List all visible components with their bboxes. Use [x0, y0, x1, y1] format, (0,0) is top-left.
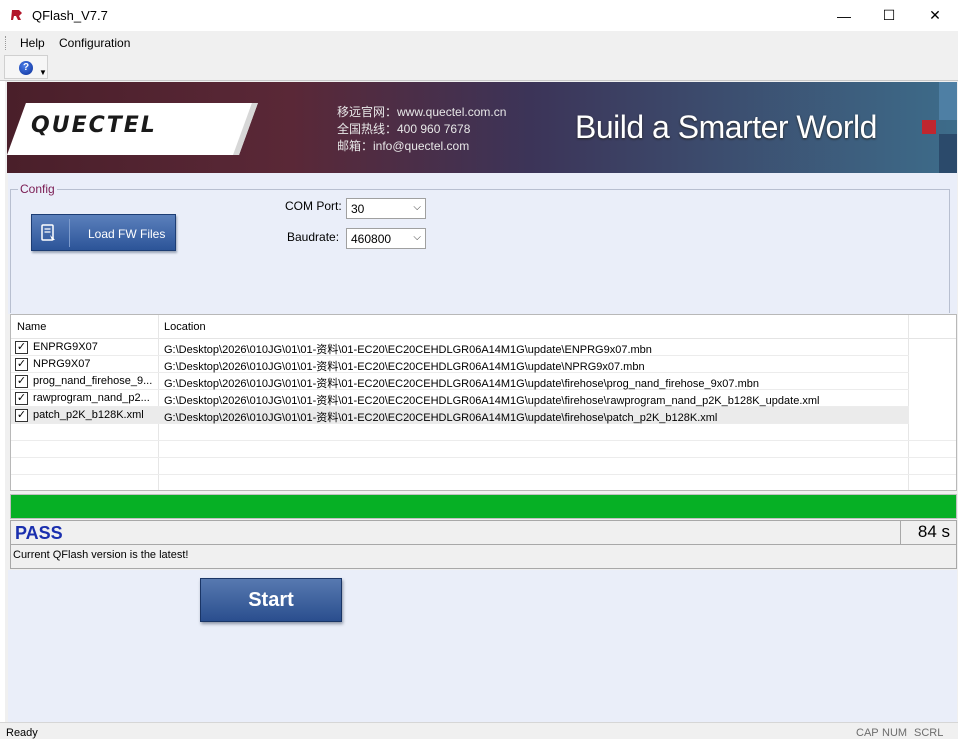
window-title: QFlash_V7.7 [32, 8, 108, 23]
load-fw-files-label: Load FW Files [88, 227, 166, 241]
table-row[interactable]: ✓ rawprogram_nand_p2... G:\Desktop\2026\… [11, 390, 909, 407]
status-ready: Ready [6, 727, 38, 739]
baudrate-label: Baudrate: [287, 230, 340, 244]
empty-row [11, 441, 956, 458]
com-port-select[interactable]: 30 ⌵ [346, 198, 426, 219]
quectel-banner: QUECTEL 移远官网：www.quectel.com.cn 全国热线：400… [7, 82, 957, 173]
row-checkbox[interactable]: ✓ [15, 409, 28, 422]
file-location: G:\Desktop\2026\010JG\01\01-资料\01-EC20\E… [164, 361, 645, 373]
file-name: ENPRG9X07 [33, 341, 98, 353]
title-bar: QFlash_V7.7 — ☐ ✕ [0, 0, 958, 31]
config-groupbox [10, 189, 950, 313]
file-name: rawprogram_nand_p2... [33, 392, 150, 404]
baudrate-value: 460800 [351, 232, 392, 246]
qflash-app-icon [11, 10, 22, 20]
caps-lock-indicator: CAP [856, 727, 879, 739]
config-legend: Config [18, 182, 57, 196]
row-checkbox[interactable]: ✓ [15, 341, 28, 354]
maximize-button[interactable]: ☐ [866, 0, 912, 31]
banner-slogan: Build a Smarter World [575, 109, 877, 145]
banner-accent-block [922, 120, 936, 134]
help-icon[interactable]: ? [19, 61, 33, 75]
row-checkbox[interactable]: ✓ [15, 392, 28, 405]
contact-info: 移远官网：www.quectel.com.cn 全国热线：400 960 767… [337, 104, 506, 155]
progress-fill [11, 495, 956, 518]
table-row[interactable]: ✓ prog_nand_firehose_9... G:\Desktop\202… [11, 373, 909, 390]
status-bar: Ready CAP NUM SCRL [0, 722, 958, 739]
toolbar-strip: ? ▼ [4, 55, 48, 79]
file-name: NPRG9X07 [33, 358, 91, 370]
scroll-lock-indicator: SCRL [914, 727, 944, 739]
toolbar-overflow-icon[interactable]: ▼ [39, 68, 47, 77]
flash-progress-bar [10, 494, 957, 519]
firmware-file-list: Name Location ✓ ENPRG9X07 G:\Desktop\202… [10, 314, 957, 491]
banner-website: 移远官网：www.quectel.com.cn [337, 105, 507, 119]
quectel-logo: QUECTEL [31, 113, 157, 138]
banner-accent-block [939, 134, 957, 173]
menu-bar: Help Configuration [0, 31, 958, 53]
com-port-label: COM Port: [285, 199, 342, 213]
banner-email: 邮箱：info@quectel.com [337, 139, 470, 153]
message-box: Current QFlash version is the latest! [10, 545, 957, 569]
banner-accent-block [939, 82, 957, 120]
column-header-location[interactable]: Location [164, 321, 206, 333]
version-message: Current QFlash version is the latest! [13, 549, 189, 561]
file-location: G:\Desktop\2026\010JG\01\01-资料\01-EC20\E… [164, 395, 820, 407]
empty-row [11, 424, 956, 441]
minimize-button[interactable]: — [821, 0, 867, 31]
elapsed-time: 84 s [900, 520, 958, 545]
table-row[interactable]: ✓ patch_p2K_b128K.xml G:\Desktop\2026\01… [11, 407, 909, 424]
file-location: G:\Desktop\2026\010JG\01\01-资料\01-EC20\E… [164, 378, 759, 390]
table-row[interactable]: ✓ NPRG9X07 G:\Desktop\2026\010JG\01\01-资… [11, 356, 909, 373]
result-status: PASS 84 s [10, 520, 957, 545]
banner-hotline: 全国热线：400 960 7678 [337, 122, 471, 136]
list-header: Name Location [11, 315, 956, 339]
toolbar: ? ▼ [0, 53, 958, 81]
empty-row [11, 475, 956, 490]
start-button[interactable]: Start [200, 578, 342, 622]
row-checkbox[interactable]: ✓ [15, 358, 28, 371]
baudrate-select[interactable]: 460800 ⌵ [346, 228, 426, 249]
result-text: PASS [15, 523, 63, 543]
load-fw-files-button[interactable]: Load FW Files [31, 214, 176, 251]
column-header-name[interactable]: Name [17, 321, 46, 333]
action-panel [8, 570, 957, 722]
menu-grip[interactable] [5, 36, 8, 50]
file-name: patch_p2K_b128K.xml [33, 409, 144, 421]
close-button[interactable]: ✕ [912, 0, 958, 31]
com-port-value: 30 [351, 202, 365, 216]
menu-configuration[interactable]: Configuration [59, 36, 130, 50]
file-name: prog_nand_firehose_9... [33, 375, 153, 387]
chevron-down-icon: ⌵ [413, 232, 421, 243]
file-location: G:\Desktop\2026\010JG\01\01-资料\01-EC20\E… [164, 412, 718, 424]
row-checkbox[interactable]: ✓ [15, 375, 28, 388]
table-row[interactable]: ✓ ENPRG9X07 G:\Desktop\2026\010JG\01\01-… [11, 339, 909, 356]
file-location: G:\Desktop\2026\010JG\01\01-资料\01-EC20\E… [164, 344, 652, 356]
button-separator [69, 219, 70, 247]
document-icon [41, 224, 55, 241]
menu-help[interactable]: Help [20, 36, 45, 50]
chevron-down-icon: ⌵ [413, 202, 421, 213]
empty-row [11, 458, 956, 475]
num-lock-indicator: NUM [882, 727, 908, 739]
